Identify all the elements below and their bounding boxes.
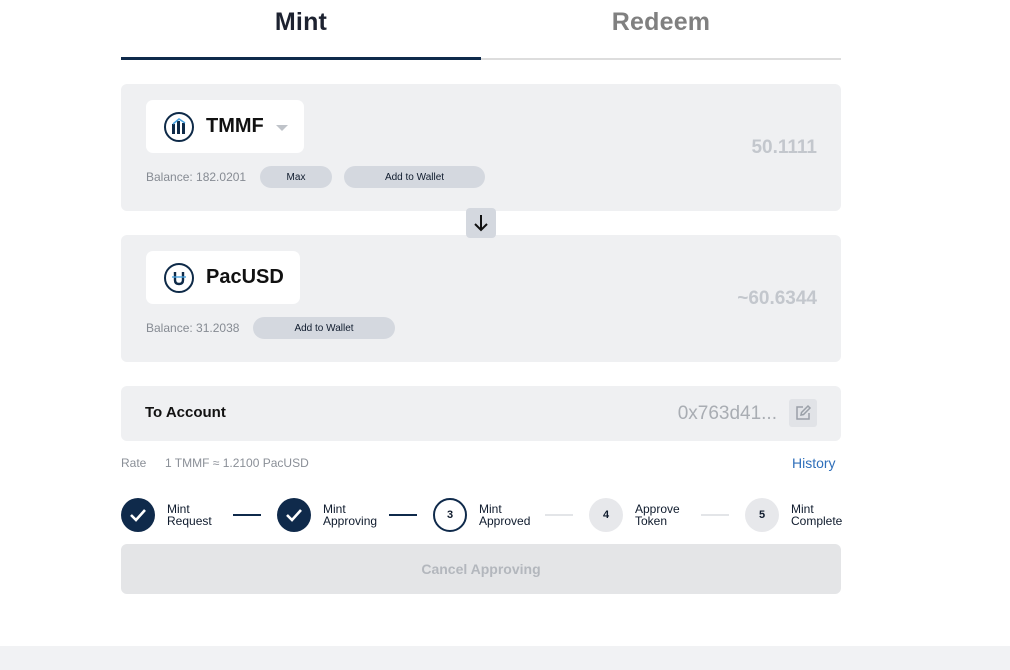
- to-add-to-wallet-button[interactable]: Add to Wallet: [253, 317, 395, 339]
- to-account-address: 0x763d41...: [677, 403, 777, 424]
- step-3-number: 3: [433, 498, 467, 532]
- step-5-number: 5: [745, 498, 779, 532]
- step-4-label: Approve Token: [635, 502, 680, 528]
- rate-value: 1 TMMF ≈ 1.2100 PacUSD: [165, 456, 309, 470]
- edit-icon: [796, 404, 812, 420]
- step-2-label: Mint Approving: [323, 502, 378, 528]
- mint-redeem-tabs: Mint Redeem: [121, 0, 841, 60]
- page-footer-band: [0, 646, 1010, 670]
- step-5-label: Mint Complete: [791, 502, 843, 528]
- step-connector: [389, 514, 417, 516]
- step-connector: [545, 514, 573, 516]
- step-3-label: Mint Approved: [479, 502, 531, 528]
- step-connector: [701, 514, 729, 516]
- history-link[interactable]: History: [792, 455, 836, 471]
- step-2-check-icon: [277, 498, 311, 532]
- from-balance: Balance: 182.0201: [146, 170, 247, 184]
- to-token-card: PacUSD Balance: 31.2038 Add to Wallet ~6…: [121, 235, 841, 362]
- to-token-display: PacUSD: [146, 251, 300, 304]
- from-token-name: TMMF: [206, 115, 264, 137]
- tab-redeem[interactable]: Redeem: [481, 8, 841, 37]
- to-account-label: To Account: [145, 404, 226, 421]
- arrow-down-icon: [474, 215, 488, 232]
- from-token-card: TMMF Balance: 182.0201 Max Add to Wallet…: [121, 84, 841, 211]
- swap-direction-button[interactable]: [466, 208, 496, 238]
- max-button[interactable]: Max: [260, 166, 332, 188]
- from-amount-input[interactable]: 50.1111: [751, 137, 817, 159]
- from-add-to-wallet-button[interactable]: Add to Wallet: [344, 166, 485, 188]
- pacusd-logo-icon: [164, 262, 194, 293]
- to-token-name: PacUSD: [206, 266, 284, 288]
- tmmf-logo-icon: [164, 111, 194, 142]
- chevron-down-icon: [275, 124, 288, 131]
- to-account-card: To Account 0x763d41...: [121, 386, 841, 441]
- step-1-label: Mint Request: [167, 502, 212, 528]
- rate-label: Rate: [121, 456, 147, 470]
- to-amount-estimate: ~60.6344: [737, 288, 817, 309]
- from-token-selector[interactable]: TMMF: [146, 100, 304, 153]
- step-connector: [233, 514, 261, 516]
- step-4-number: 4: [589, 498, 623, 532]
- to-balance: Balance: 31.2038: [146, 321, 240, 335]
- step-1-check-icon: [121, 498, 155, 532]
- tab-mint[interactable]: Mint: [121, 8, 481, 37]
- tab-active-indicator: [121, 57, 481, 60]
- edit-account-button[interactable]: [789, 399, 817, 427]
- cancel-approving-button[interactable]: Cancel Approving: [121, 544, 841, 594]
